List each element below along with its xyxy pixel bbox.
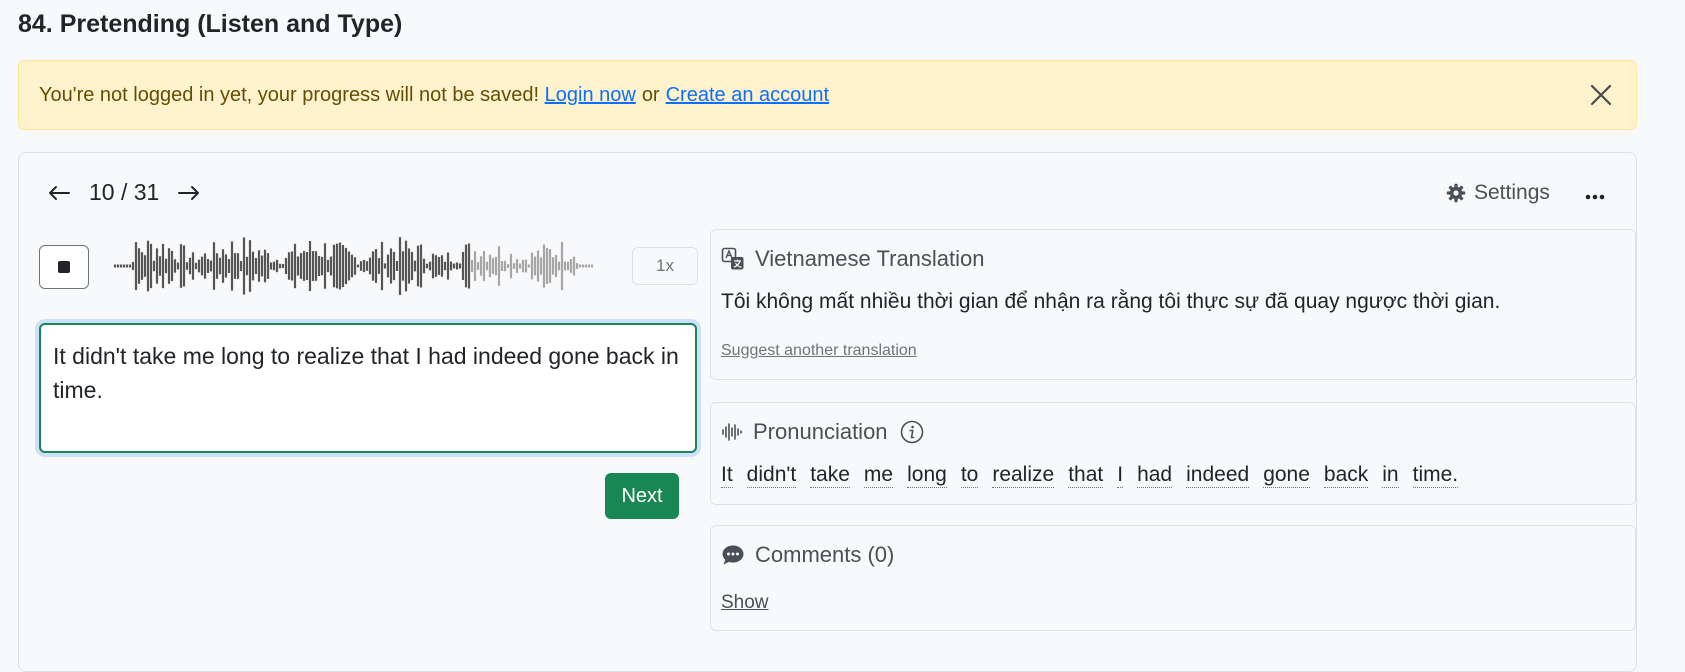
pronunciation-word[interactable]: that xyxy=(1068,463,1104,488)
stop-icon xyxy=(58,261,70,273)
show-comments-link[interactable]: Show xyxy=(721,592,769,614)
suggest-translation-link[interactable]: Suggest another translation xyxy=(721,342,917,360)
gear-icon xyxy=(1446,183,1466,203)
comments-heading: Comments (0) xyxy=(721,542,894,568)
settings-button[interactable]: Settings xyxy=(1446,181,1550,205)
pronunciation-word[interactable]: back xyxy=(1323,463,1369,488)
pronunciation-title: Pronunciation xyxy=(753,419,888,444)
translation-text: Tôi không mất nhiều thời gian để nhận ra… xyxy=(721,290,1501,313)
pronunciation-panel: Pronunciation It didn't take me long to realiz… xyxy=(710,402,1636,505)
arrow-right-icon[interactable] xyxy=(177,182,205,204)
translation-heading: Vietnamese Translation xyxy=(721,246,985,272)
arrow-left-icon[interactable] xyxy=(47,182,75,204)
comments-title: Comments (0) xyxy=(755,542,895,567)
more-icon[interactable] xyxy=(1583,189,1607,200)
pronunciation-word[interactable]: indeed xyxy=(1186,463,1250,488)
pronunciation-word[interactable]: It xyxy=(721,463,733,488)
audio-waveform[interactable] xyxy=(111,231,601,301)
create-account-link[interactable]: Create an account xyxy=(666,84,829,107)
pronunciation-word[interactable]: I xyxy=(1117,463,1124,488)
next-button[interactable]: Next xyxy=(605,473,679,519)
pronunciation-word[interactable]: in xyxy=(1382,463,1399,488)
exercise-card: 10 / 31 Settings 1x It didn't take me lo… xyxy=(18,152,1637,672)
translation-panel: Vietnamese Translation Tôi không mất nhi… xyxy=(710,229,1636,380)
audio-wave-icon xyxy=(722,423,742,441)
pronunciation-heading: Pronunciation xyxy=(721,419,934,445)
close-icon[interactable] xyxy=(1586,80,1616,110)
page-title: 84. Pretending (Listen and Type) xyxy=(18,10,403,38)
exercise-counter: 10 / 31 xyxy=(89,179,160,205)
login-link[interactable]: Login now xyxy=(545,84,636,107)
pronunciation-word[interactable]: had xyxy=(1137,463,1173,488)
comment-icon xyxy=(722,545,744,565)
pronunciation-word[interactable]: didn't xyxy=(746,463,797,488)
pronunciation-words: It didn't take me long to realize that Ihad indee… xyxy=(721,463,1472,488)
translate-icon xyxy=(721,247,744,270)
pronunciation-word[interactable]: gone xyxy=(1263,463,1310,488)
alert-message: You're not logged in yet, your progress … xyxy=(39,83,540,106)
exercise-nav: 10 / 31 xyxy=(47,179,205,206)
speed-button[interactable]: 1x xyxy=(632,247,698,285)
settings-label: Settings xyxy=(1474,181,1550,204)
comments-panel: Comments (0) Show xyxy=(710,525,1636,631)
stop-button[interactable] xyxy=(39,245,89,289)
pronunciation-word[interactable]: long xyxy=(907,463,947,488)
alert-separator: or xyxy=(641,83,660,106)
pronunciation-word[interactable]: to xyxy=(960,463,979,488)
pronunciation-word[interactable]: realize xyxy=(992,463,1055,488)
pronunciation-word[interactable]: me xyxy=(863,463,894,488)
pronunciation-word[interactable]: time. xyxy=(1412,463,1459,488)
info-icon[interactable] xyxy=(900,420,924,444)
pronunciation-word[interactable]: take xyxy=(810,463,850,488)
answer-input[interactable]: It didn't take me long to realize that I… xyxy=(39,323,697,453)
login-alert: You're not logged in yet, your progress … xyxy=(18,60,1637,130)
translation-title: Vietnamese Translation xyxy=(755,246,985,271)
